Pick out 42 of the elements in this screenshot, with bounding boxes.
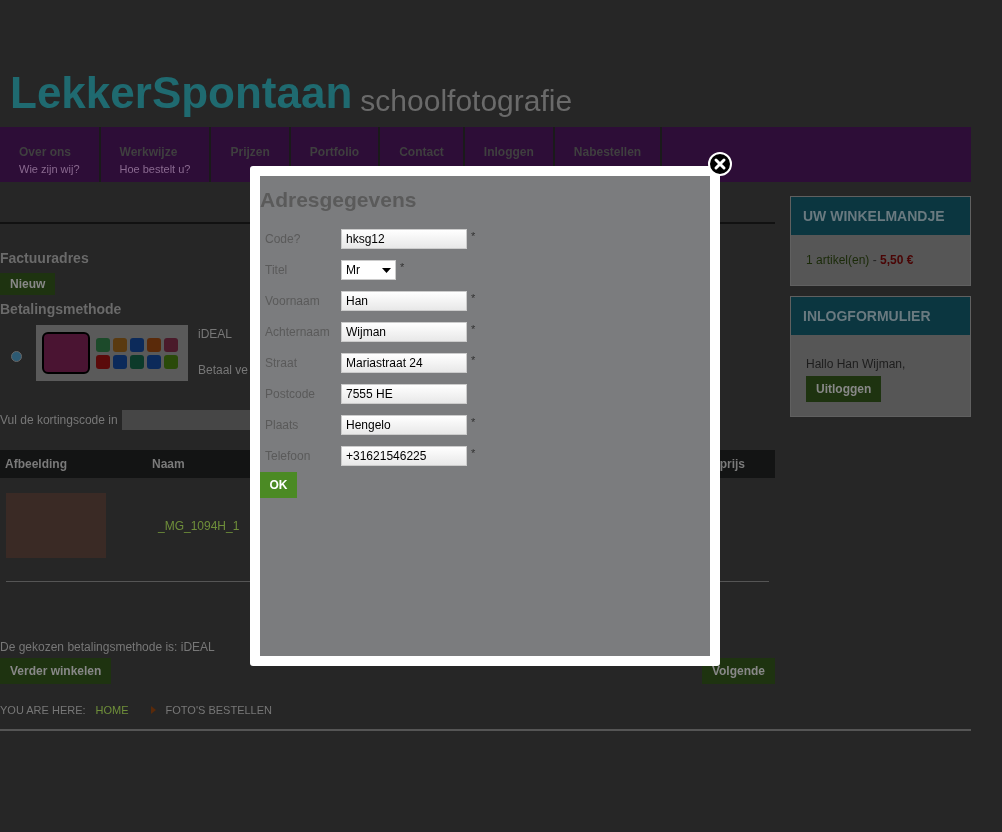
product-name[interactable]: _MG_1094H_1: [158, 516, 240, 535]
section-heading: Betalingsmethode: [0, 300, 122, 319]
title-select[interactable]: Mr: [341, 260, 396, 280]
radio-button[interactable]: [11, 351, 22, 362]
payment-name: iDEAL: [198, 326, 233, 343]
required-mark: *: [471, 445, 476, 461]
discount-label: Vul de kortingscode in: [0, 412, 118, 429]
column-header: Afbeelding: [5, 456, 68, 473]
continue-shopping-button[interactable]: Verder winkelen: [0, 658, 112, 684]
greeting-text: Hallo Han Wijman,: [806, 356, 906, 373]
section-heading: Factuuradres: [0, 249, 89, 268]
input-field[interactable]: 7555 HE: [341, 384, 467, 404]
required-mark: *: [471, 352, 476, 368]
input-field[interactable]: Hengelo: [341, 415, 467, 435]
input-field[interactable]: Mariastraat 24: [341, 353, 467, 373]
input-field[interactable]: hksg12: [341, 229, 467, 249]
dropdown-caret-icon: [382, 267, 391, 273]
breadcrumb-link[interactable]: HOME: [95, 702, 129, 719]
required-mark: *: [400, 259, 405, 275]
new-button[interactable]: Nieuw: [0, 273, 56, 295]
required-mark: *: [471, 290, 476, 306]
triangle-icon: [150, 706, 156, 715]
discount-input[interactable]: [121, 410, 252, 430]
next-button[interactable]: Volgende: [701, 658, 775, 684]
payment-description: Betaal ve: [198, 362, 249, 379]
required-mark: *: [471, 414, 476, 430]
logout-button[interactable]: Uitloggen: [806, 376, 882, 402]
panel-title: UW WINKELMANDJE: [791, 197, 970, 235]
required-mark: *: [471, 321, 476, 337]
logo-wordmark[interactable]: LekkerSpontaan: [10, 67, 353, 119]
input-field[interactable]: Han: [341, 291, 467, 311]
column-header: prijs: [719, 456, 745, 473]
column-header: Naam: [152, 456, 185, 473]
breadcrumb-label: YOU ARE HERE:: [0, 703, 86, 718]
ok-button[interactable]: OK: [260, 471, 297, 498]
panel-title: INLOGFORMULIER: [791, 297, 970, 335]
required-mark: *: [471, 228, 476, 244]
logo-tagline: schoolfotografie: [360, 83, 573, 119]
input-field[interactable]: +31621546225: [341, 446, 467, 466]
cart-summary: 1 artikel(en) - 5,50 €: [806, 252, 914, 269]
chosen-method-text: De gekozen betalingsmethode is: iDEAL: [0, 639, 215, 656]
input-field[interactable]: Wijman: [341, 322, 467, 342]
